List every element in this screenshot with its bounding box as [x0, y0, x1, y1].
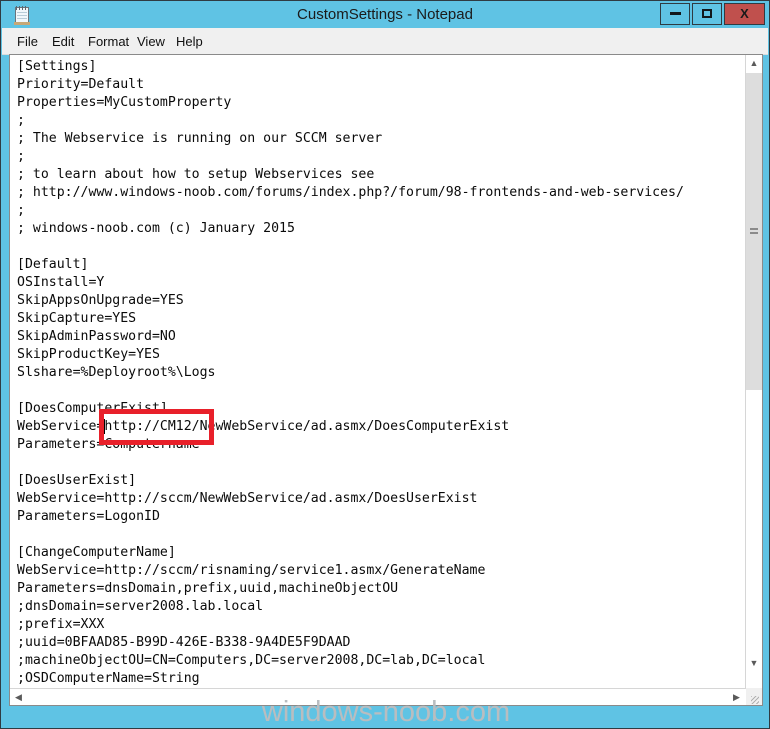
close-button[interactable]: X: [724, 3, 765, 25]
editor-line: ; windows-noob.com (c) January 2015: [17, 221, 295, 236]
editor-line: ;prefix=XXX: [17, 617, 105, 632]
text-caret: [104, 419, 106, 434]
menu-item-view[interactable]: View: [132, 32, 170, 51]
editor-line: ; to learn about how to setup Webservice…: [17, 167, 375, 182]
text-editor[interactable]: [Settings] Priority=Default Properties=MyC…: [10, 55, 745, 690]
editor-line: [Settings]: [17, 59, 97, 74]
close-icon: X: [740, 6, 749, 21]
scroll-down-arrow-icon[interactable]: ▼: [746, 655, 762, 672]
editor-line: Priority=Default: [17, 77, 145, 92]
editor-line: ; http://www.windows-noob.com/forums/ind…: [17, 185, 684, 200]
scroll-up-arrow-icon[interactable]: ▲: [746, 55, 762, 72]
notepad-icon-shadow: [14, 22, 30, 25]
minimize-icon: [669, 12, 681, 16]
notepad-icon-lines: [17, 12, 27, 21]
minimize-button[interactable]: [660, 3, 690, 25]
editor-line: [ChangeComputerName]: [17, 545, 176, 560]
scroll-left-arrow-icon[interactable]: ◀: [10, 689, 27, 705]
editor-line: SkipAdminPassword=NO: [17, 329, 176, 344]
vertical-scroll-thumb[interactable]: [746, 73, 762, 390]
editor-line: [DoesUserExist]: [17, 473, 137, 488]
horizontal-scrollbar[interactable]: ◀ ▶: [10, 688, 745, 705]
editor-line: ;OSDComputerName=String: [17, 671, 200, 686]
menu-item-edit[interactable]: Edit: [47, 32, 79, 51]
menu-item-file[interactable]: File: [12, 32, 43, 51]
menu-bar: File Edit Format View Help: [2, 28, 768, 55]
editor-line: [Default]: [17, 257, 89, 272]
editor-line: ;dnsDomain=server2008.lab.local: [17, 599, 264, 614]
scroll-thumb-grip-icon: [750, 227, 758, 236]
menu-item-format[interactable]: Format: [83, 32, 134, 51]
editor-line: Parameters=dnsDomain,prefix,uuid,machine…: [17, 581, 399, 596]
window-title: CustomSettings - Notepad: [297, 6, 473, 23]
menu-item-help[interactable]: Help: [171, 32, 208, 51]
resize-grip-icon: [751, 696, 759, 704]
notepad-icon: [13, 5, 32, 25]
text-content: [Settings] Priority=Default Properties=MyC…: [17, 58, 684, 688]
editor-client-area: [Settings] Priority=Default Properties=MyC…: [9, 54, 763, 706]
editor-line: ;: [17, 113, 25, 128]
maximize-icon: [702, 9, 712, 19]
highlight-rectangle: [99, 409, 214, 445]
editor-line: Slshare=%Deployroot%\Logs: [17, 365, 216, 380]
editor-line: Properties=MyCustomProperty: [17, 95, 232, 110]
notepad-icon-spiral: [16, 6, 28, 10]
editor-line: SkipProductKey=YES: [17, 347, 160, 362]
editor-line: ;: [17, 203, 25, 218]
vertical-scrollbar[interactable]: ▲ ▼: [745, 55, 762, 689]
editor-line: Parameters=LogonID: [17, 509, 160, 524]
editor-line: ;uuid=0BFAAD85-B99D-426E-B338-9A4DE5F9DA…: [17, 635, 351, 650]
title-bar[interactable]: CustomSettings - Notepad X: [1, 1, 769, 28]
scroll-right-arrow-icon[interactable]: ▶: [728, 689, 745, 705]
notepad-window: CustomSettings - Notepad X File Edit For…: [0, 0, 770, 729]
editor-line: ;machineObjectOU=CN=Computers,DC=server2…: [17, 653, 486, 668]
editor-line: ; The Webservice is running on our SCCM …: [17, 131, 383, 146]
editor-line: SkipCapture=YES: [17, 311, 137, 326]
editor-line: WebService=http://sccm/risnaming/service…: [17, 563, 486, 578]
resize-corner[interactable]: [746, 688, 762, 705]
editor-line: SkipAppsOnUpgrade=YES: [17, 293, 184, 308]
editor-line: OSInstall=Y: [17, 275, 105, 290]
editor-line: ;: [17, 149, 25, 164]
maximize-button[interactable]: [692, 3, 722, 25]
editor-line: WebService=http://sccm/NewWebService/ad.…: [17, 491, 478, 506]
